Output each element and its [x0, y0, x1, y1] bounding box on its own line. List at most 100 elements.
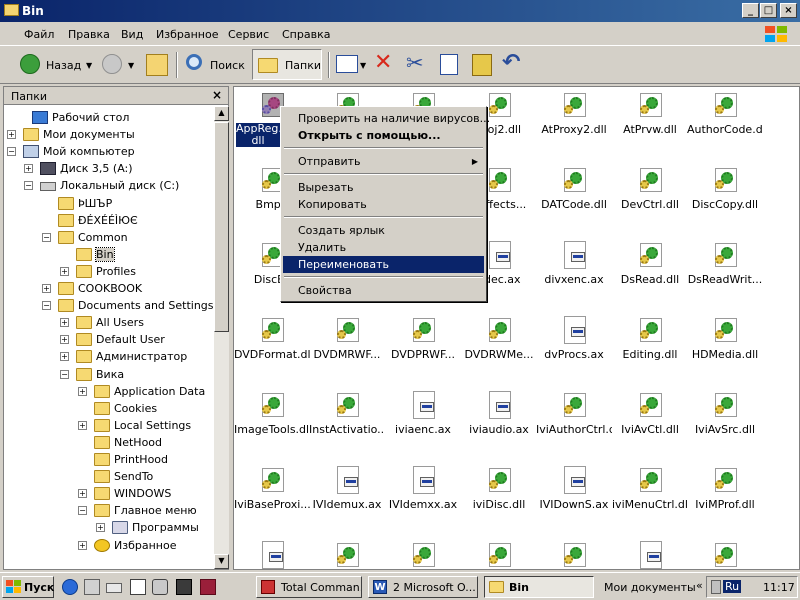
tree-item[interactable]: + Программы [4, 519, 212, 536]
title-bar[interactable]: Bin _ □ × [0, 0, 800, 22]
dropdown-arrow-icon[interactable]: ▼ [86, 61, 92, 70]
context-menu-item[interactable]: Открыть с помощью... [283, 127, 484, 144]
expand-icon[interactable]: + [60, 335, 69, 345]
file-item[interactable]: ImageTools.dll [234, 387, 310, 462]
context-menu-item[interactable]: Переименовать [283, 256, 484, 273]
tree-item[interactable]: Bin [4, 246, 212, 263]
file-item[interactable]: IVIdemxx.ax [385, 462, 461, 537]
collapse-icon[interactable]: − [60, 369, 69, 379]
expand-icon[interactable]: + [7, 130, 16, 140]
tree-item[interactable]: + All Users [4, 314, 212, 331]
file-item[interactable]: AuthorCode.dll [687, 87, 763, 162]
file-item[interactable]: AtProxy2.dll [536, 87, 612, 162]
scroll-down-icon[interactable]: ▼ [214, 554, 229, 569]
drive-icon[interactable] [106, 583, 122, 593]
expand-icon[interactable]: + [78, 540, 87, 550]
tree-item[interactable]: + Application Data [4, 383, 212, 400]
cut-icon[interactable]: ✂ [406, 51, 424, 75]
file-item[interactable] [536, 537, 612, 569]
tree-item[interactable]: + Мои документы [4, 126, 212, 143]
maximize-button[interactable]: □ [760, 3, 777, 18]
my-documents-toolbar[interactable]: Мои документы [604, 581, 696, 594]
expand-icon[interactable]: + [78, 489, 87, 499]
tree-item[interactable]: − Главное меню [4, 502, 212, 519]
expand-icon[interactable]: + [78, 386, 87, 396]
up-folder-icon[interactable] [146, 54, 168, 76]
undo-icon[interactable]: ↶ [502, 50, 520, 75]
expand-icon[interactable]: + [60, 266, 69, 276]
winamp-icon[interactable] [176, 579, 192, 595]
save-icon[interactable] [200, 579, 216, 595]
tree-item[interactable]: + WINDOWS [4, 485, 212, 502]
tree-item[interactable]: Cookies [4, 400, 212, 417]
tree-item[interactable]: − Мой компьютер [4, 143, 212, 160]
file-item[interactable]: InstActivatio... [309, 387, 385, 462]
speaker-icon[interactable] [711, 580, 721, 594]
task-total-commander[interactable]: Total Comman... [256, 576, 362, 598]
tree-item[interactable]: + Profiles [4, 263, 212, 280]
scroll-thumb[interactable] [214, 122, 229, 332]
file-item[interactable] [234, 537, 310, 569]
tree-item[interactable]: − Локальный диск (C:) [4, 177, 212, 194]
minimize-button[interactable]: _ [742, 3, 759, 18]
file-item[interactable] [385, 537, 461, 569]
expand-icon[interactable]: + [78, 420, 87, 430]
tree-item[interactable]: ÞШЪР [4, 195, 212, 212]
tree-item[interactable]: + COOKBOOK [4, 280, 212, 297]
file-item[interactable]: DsRead.dll [612, 237, 688, 312]
explorer-icon[interactable] [84, 579, 100, 595]
task-bin[interactable]: Bin [484, 576, 594, 598]
expand-icon[interactable]: + [24, 164, 33, 174]
tree-item[interactable]: NetHood [4, 434, 212, 451]
tree-item[interactable]: − Common [4, 229, 212, 246]
file-item[interactable]: Editing.dll [612, 312, 688, 387]
context-menu-item[interactable]: Копировать [283, 196, 484, 213]
close-button[interactable]: × [780, 3, 797, 18]
file-item[interactable]: iviDisc.dll [461, 462, 537, 537]
folders-scrollbar[interactable]: ▲ ▼ [214, 106, 229, 569]
context-menu-item[interactable]: Отправить ▶ [283, 153, 484, 170]
collapse-icon[interactable]: − [78, 506, 87, 516]
back-button[interactable]: Назад ▼ [14, 46, 98, 82]
copy-icon[interactable] [440, 54, 458, 75]
menu-tools[interactable]: Сервис [228, 28, 269, 41]
tree-item[interactable]: + Local Settings [4, 417, 212, 434]
browser-icon[interactable] [62, 579, 78, 595]
menu-favorites[interactable]: Избранное [156, 28, 218, 41]
tree-item[interactable]: SendTo [4, 468, 212, 485]
file-item[interactable]: dvProcs.ax [536, 312, 612, 387]
close-pane-icon[interactable]: × [212, 88, 222, 102]
context-menu-item[interactable]: Свойства [283, 282, 484, 299]
file-item[interactable]: DiscCopy.dll [687, 162, 763, 237]
file-item[interactable]: DVDMRWF... [309, 312, 385, 387]
views-dropdown-icon[interactable]: ▼ [360, 61, 366, 70]
file-item[interactable]: iviMenuCtrl.dll [612, 462, 688, 537]
forward-button[interactable] [102, 54, 122, 74]
file-item[interactable]: IVIdemux.ax [309, 462, 385, 537]
printer-icon[interactable] [152, 579, 168, 595]
collapse-icon[interactable]: − [42, 301, 51, 311]
file-item[interactable] [612, 537, 688, 569]
file-item[interactable]: iviaenc.ax [385, 387, 461, 462]
context-menu-item[interactable]: Удалить [283, 239, 484, 256]
tree-item[interactable]: Рабочий стол [4, 109, 212, 126]
file-item[interactable]: IVIDownS.ax [536, 462, 612, 537]
file-item[interactable] [309, 537, 385, 569]
file-item[interactable]: IviAvSrc.dll [687, 387, 763, 462]
toolbar-expand-icon[interactable]: « [696, 579, 703, 592]
tree-item[interactable]: + Диск 3,5 (A:) [4, 160, 212, 177]
paste-icon[interactable] [472, 54, 492, 76]
collapse-icon[interactable]: − [24, 181, 33, 191]
start-button[interactable]: Пуск [2, 576, 54, 598]
search-button[interactable]: Поиск [182, 46, 248, 82]
file-item[interactable]: AtPrvw.dll [612, 87, 688, 162]
calculator-icon[interactable] [130, 579, 146, 595]
file-item[interactable]: DATCode.dll [536, 162, 612, 237]
file-item[interactable]: IviMProf.dll [687, 462, 763, 537]
file-item[interactable]: IviAvCtl.dll [612, 387, 688, 462]
file-item[interactable] [687, 537, 763, 569]
delete-icon[interactable]: ✕ [374, 50, 392, 75]
expand-icon[interactable]: + [60, 352, 69, 362]
folders-button[interactable]: Папки [252, 49, 322, 80]
menu-file[interactable]: Файл [24, 28, 54, 41]
